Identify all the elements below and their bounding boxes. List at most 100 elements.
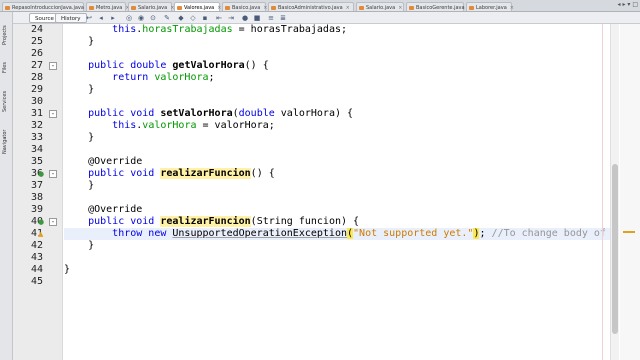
line-number: 28 — [30, 72, 43, 83]
close-tab-icon[interactable]: × — [217, 5, 221, 11]
line-number: 30 — [30, 96, 43, 107]
line-number: 38 — [30, 192, 43, 203]
close-tab-icon[interactable]: × — [263, 5, 267, 11]
scroll-right-icon[interactable]: ▸ — [622, 1, 625, 8]
java-file-icon — [359, 6, 364, 10]
java-file-icon — [89, 6, 94, 10]
toggle-highlight-icon[interactable]: ✎ — [163, 14, 171, 22]
right-margin-guide — [602, 24, 603, 360]
java-file-icon — [225, 6, 230, 10]
uncomment-icon[interactable]: ≣ — [279, 14, 287, 22]
files-panel-tab[interactable]: Files — [2, 58, 11, 78]
code-line-32: this.valorHora = valorHora; — [112, 120, 275, 131]
code-line-36: public void realizarFuncion() { — [88, 168, 275, 179]
line-number: 43 — [30, 252, 43, 263]
tab-list-icon[interactable]: ▾ — [627, 1, 630, 8]
line-number: 24 — [30, 24, 43, 35]
tab-controls: ◂ ▸ ▾ □ — [618, 1, 638, 8]
line-number: 45 — [30, 276, 43, 287]
shift-right-icon[interactable]: ⇥ — [227, 14, 235, 22]
find-selection-icon[interactable]: ⊙ — [149, 14, 157, 22]
code-line-35: @Override — [88, 156, 143, 167]
fold-toggle-icon[interactable]: - — [49, 110, 57, 118]
line-number: 29 — [30, 84, 43, 95]
code-line-37: } — [88, 180, 95, 191]
line-number: 27 — [30, 60, 43, 71]
maximize-window-icon[interactable]: □ — [632, 1, 638, 8]
scroll-left-icon[interactable]: ◂ — [618, 1, 621, 8]
code-line-31: public void setValorHora(double valorHor… — [88, 108, 354, 119]
warning-icon[interactable]: ▲ — [38, 230, 43, 238]
tab-basico-java[interactable]: Basico.java × — [222, 2, 267, 11]
override-icon[interactable]: ● — [38, 218, 44, 226]
code-line-44: } — [64, 264, 71, 275]
code-line-28: return valorHora; — [112, 72, 215, 83]
code-line-25: } — [88, 36, 95, 47]
line-number: 44 — [30, 264, 43, 275]
code-line-41: throw new UnsupportedOperationException(… — [112, 228, 606, 239]
back-icon[interactable]: ◂ — [97, 14, 105, 22]
tab-repaso-introduccion-java[interactable]: RepasoIntroduccionJava.java× — [2, 2, 91, 11]
services-panel-tab[interactable]: Services — [2, 86, 11, 116]
close-tab-icon[interactable]: × — [398, 5, 402, 11]
java-file-icon — [177, 6, 182, 10]
line-number: 33 — [30, 132, 43, 143]
java-file-icon — [469, 6, 474, 10]
line-number: 37 — [30, 180, 43, 191]
tab-salario-java[interactable]: Salario.java × — [128, 2, 174, 11]
line-number: 39 — [30, 204, 43, 215]
forward-icon[interactable]: ▸ — [109, 14, 117, 22]
side-window-strip: Projects Files Services Navigator — [0, 12, 13, 360]
fold-toggle-icon[interactable]: - — [49, 170, 57, 178]
code-line-39: @Override — [88, 204, 143, 215]
code-line-24: this.horasTrabajadas = horasTrabajadas; — [112, 24, 347, 35]
previous-bookmark-icon[interactable]: ◆ — [177, 14, 185, 22]
tab-basico-gerente-java[interactable]: BasicoGerente.java× — [406, 2, 472, 11]
tab-valores-java[interactable]: Valores.java × — [174, 2, 221, 11]
code-line-42: } — [88, 240, 95, 251]
tab-metro-java[interactable]: Metro.java× — [86, 2, 130, 11]
tab-basico-administrativo-java[interactable]: BasicoAdministrativo.java × — [268, 2, 354, 11]
code-line-40: public void realizarFuncion(String funci… — [88, 216, 360, 227]
line-number: 34 — [30, 144, 43, 155]
fold-toggle-icon[interactable]: - — [49, 62, 57, 70]
java-file-icon — [409, 6, 414, 10]
stop-macro-icon[interactable]: ■ — [253, 14, 261, 22]
line-number: 32 — [30, 120, 43, 131]
tab-salario-java-2[interactable]: Salario.java × — [356, 2, 404, 11]
error-stripe — [620, 24, 640, 360]
line-number: 26 — [30, 48, 43, 59]
shift-left-icon[interactable]: ⇤ — [215, 14, 223, 22]
tab-laborer-java[interactable]: Laborer.java × — [466, 2, 514, 11]
comment-icon[interactable]: ≡ — [267, 14, 275, 22]
java-file-icon — [271, 6, 276, 10]
history-button[interactable]: History — [55, 13, 87, 23]
start-macro-icon[interactable]: ● — [241, 14, 249, 22]
code-line-29: } — [88, 84, 95, 95]
projects-panel-tab[interactable]: Projects — [2, 20, 11, 50]
editor-tab-strip: RepasoIntroduccionJava.java× Metro.java×… — [0, 0, 640, 12]
fold-toggle-icon[interactable]: - — [49, 218, 57, 226]
find-previous-icon[interactable]: ◎ — [125, 14, 133, 22]
close-tab-icon[interactable]: × — [346, 5, 350, 11]
navigator-panel-tab[interactable]: Navigator — [2, 124, 11, 160]
code-line-33: } — [88, 132, 95, 143]
java-file-icon — [5, 6, 10, 10]
find-next-icon[interactable]: ◉ — [137, 14, 145, 22]
editor-toolbar: Source History ↩ ◂ ▸ ◎ ◉ ⊙ ✎ ◆ ◇ ▪ ⇤ ⇥ ●… — [13, 12, 640, 24]
close-tab-icon[interactable]: × — [510, 5, 514, 11]
line-number: 31 — [30, 108, 43, 119]
next-bookmark-icon[interactable]: ◇ — [189, 14, 197, 22]
vertical-scrollbar[interactable] — [610, 24, 619, 360]
code-editor[interactable]: this.horasTrabajadas = horasTrabajadas; … — [64, 24, 610, 360]
last-edit-icon[interactable]: ↩ — [85, 14, 93, 22]
line-number-gutter: 24 25 26 27 28 29 30 31 32 33 34 35 36 3… — [13, 24, 63, 360]
line-number: 42 — [30, 240, 43, 251]
override-icon[interactable]: ● — [38, 170, 44, 178]
line-number: 25 — [30, 36, 43, 47]
warning-stripe-mark[interactable] — [623, 231, 635, 233]
toggle-bookmark-icon[interactable]: ▪ — [201, 14, 209, 22]
java-file-icon — [131, 6, 136, 10]
scrollbar-thumb[interactable] — [612, 164, 618, 334]
code-line-27: public double getValorHora() { — [88, 60, 269, 71]
